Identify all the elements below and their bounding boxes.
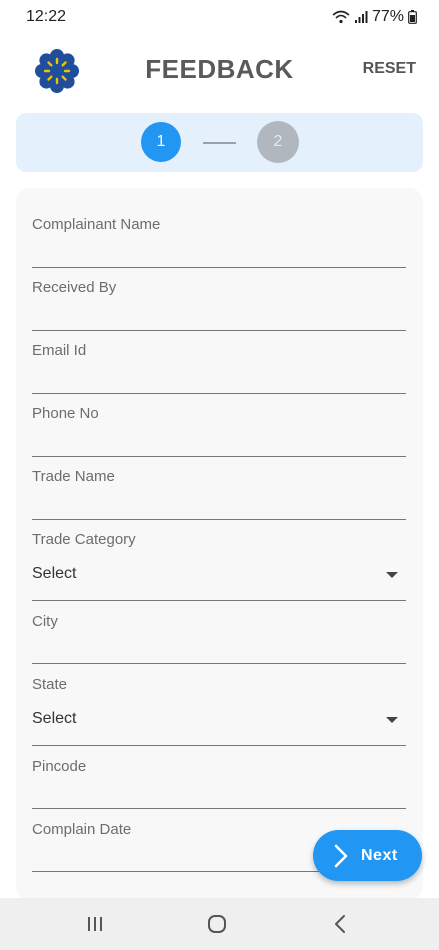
dropdown-arrow-icon: [386, 717, 398, 723]
back-icon[interactable]: [320, 908, 360, 940]
stepper: 1 2: [16, 113, 423, 172]
step-2-indicator[interactable]: 2: [257, 121, 299, 163]
next-button[interactable]: Next: [313, 830, 422, 881]
city-label: City: [32, 613, 58, 630]
battery-percent: 77%: [371, 8, 404, 25]
complain-date-label: Complain Date: [32, 821, 132, 838]
home-icon[interactable]: [197, 908, 237, 940]
wifi-icon: [332, 10, 350, 24]
trade-category-dropdown[interactable]: Trade Category Select: [32, 525, 406, 601]
trade-category-label: Trade Category: [32, 531, 136, 548]
email-id-field[interactable]: Email Id: [32, 336, 406, 394]
battery-icon: [408, 10, 417, 24]
step-1-indicator[interactable]: 1: [141, 122, 181, 162]
pincode-label: Pincode: [32, 758, 87, 775]
email-id-label: Email Id: [32, 342, 87, 359]
chevron-right-icon: [334, 844, 348, 867]
pincode-field[interactable]: Pincode: [32, 752, 406, 809]
feedback-form: Complainant Name Received By Email Id Ph…: [16, 188, 423, 900]
city-field[interactable]: City: [32, 607, 406, 664]
signal-icon: [354, 10, 368, 24]
received-by-field[interactable]: Received By: [32, 273, 406, 331]
phone-no-label: Phone No: [32, 405, 99, 422]
received-by-label: Received By: [32, 279, 117, 296]
next-label: Next: [361, 846, 398, 864]
app-header: FEEDBACK RESET: [0, 40, 439, 100]
system-nav-bar: [0, 898, 439, 950]
state-value: Select: [32, 710, 77, 727]
trade-name-label: Trade Name: [32, 468, 115, 485]
step-connector: [203, 142, 236, 144]
status-time: 12:22: [26, 8, 67, 25]
state-label: State: [32, 676, 68, 693]
recent-apps-icon[interactable]: [75, 908, 115, 940]
phone-no-field[interactable]: Phone No: [32, 399, 406, 457]
complainant-name-field[interactable]: Complainant Name: [32, 210, 406, 268]
status-bar: 12:22 77%: [0, 0, 439, 34]
trade-name-field[interactable]: Trade Name: [32, 462, 406, 520]
complainant-name-label: Complainant Name: [32, 216, 161, 233]
reset-button[interactable]: RESET: [363, 60, 416, 78]
state-dropdown[interactable]: State Select: [32, 670, 406, 746]
status-icons: 77%: [332, 8, 417, 26]
trade-category-value: Select: [32, 565, 77, 582]
dropdown-arrow-icon: [386, 572, 398, 578]
